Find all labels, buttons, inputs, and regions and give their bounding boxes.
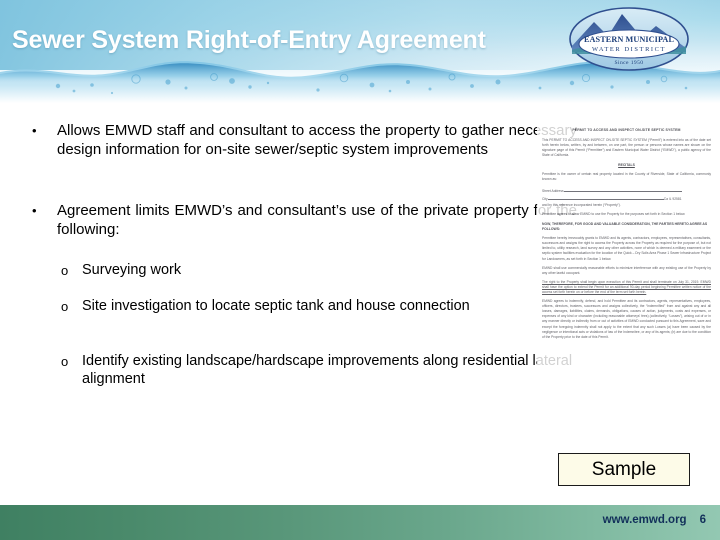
footer-page-number: 6	[699, 514, 706, 526]
document-recitals-heading: RECITALS	[618, 163, 635, 168]
sub-bullet-text-1: Surveying work	[82, 262, 182, 278]
sub-bullet-marker-icon: o	[61, 299, 69, 314]
document-recital-a: Permittee is the owner of certain real p…	[542, 172, 711, 182]
document-recital-a-tail: and by this reference incorporated herei…	[542, 202, 621, 207]
logo-line-2: WATER DISTRICT	[592, 46, 666, 53]
logo-line-3: Since 1950	[614, 60, 643, 66]
sub-bullet-text-2: Site investigation to locate septic tank…	[82, 298, 470, 314]
document-title: PERMIT TO ACCESS AND INSPECT ON-SITE SEP…	[572, 128, 681, 132]
document-agreement-heading: NOW, THEREFORE, FOR GOOD AND VALUABLE CO…	[542, 221, 708, 231]
document-field-street: Street Address	[542, 187, 711, 194]
bullet-marker-icon: •	[32, 203, 37, 218]
document-field-state-zip: Ca IL 92581	[663, 196, 682, 201]
document-field-street-label: Street Address	[542, 188, 564, 193]
sub-bullet-marker-icon: o	[61, 354, 69, 369]
document-recital-b: Permittee agrees to allow EMWD to use th…	[542, 211, 686, 216]
document-section-4: EMWD agrees to indemnify, defend, and ho…	[542, 299, 711, 339]
document-page: PERMIT TO ACCESS AND INSPECT ON-SITE SEP…	[537, 118, 716, 440]
footer-bar: www.emwd.org 6	[0, 505, 720, 540]
sub-bullet-text-3: Identify existing landscape/hardscape im…	[82, 353, 573, 387]
document-field-city: City Ca IL 92581	[542, 195, 711, 202]
emwd-logo: EASTERN MUNICIPAL WATER DISTRICT Since 1…	[568, 6, 690, 72]
sample-callout-box: Sample	[558, 453, 690, 486]
sub-bullet-marker-icon: o	[61, 263, 69, 278]
document-section-3: The right to the Property shall begin up…	[542, 279, 711, 294]
bullet-text-1: Allows EMWD staff and consultant to acce…	[57, 122, 577, 158]
logo-line-1: EASTERN MUNICIPAL	[584, 35, 674, 44]
bullet-marker-icon: •	[32, 123, 37, 138]
document-section-2: EMWD shall use commercially reasonable e…	[542, 265, 711, 275]
document-field-street-rule	[563, 187, 682, 192]
document-intro: This PERMIT TO ACCESS AND INSPECT ON-SIT…	[542, 138, 711, 158]
document-field-city-rule	[547, 195, 664, 200]
header-banner: Sewer System Right-of-Entry Agreement EA…	[0, 0, 720, 103]
document-section-1: Permittee hereby irrevocably grants to E…	[542, 236, 711, 261]
sample-permit-document-image: PERMIT TO ACCESS AND INSPECT ON-SITE SEP…	[537, 118, 716, 440]
footer-website-link[interactable]: www.emwd.org	[603, 514, 687, 526]
slide: Sewer System Right-of-Entry Agreement EA…	[0, 0, 720, 540]
footer-content: www.emwd.org 6	[603, 514, 706, 526]
page-title: Sewer System Right-of-Entry Agreement	[12, 26, 486, 54]
sample-callout-label: Sample	[591, 459, 657, 480]
bullet-text-2: Agreement limits EMWD’s and consultant’s…	[57, 202, 577, 238]
content-body: • Allows EMWD staff and consultant to ac…	[0, 112, 577, 442]
